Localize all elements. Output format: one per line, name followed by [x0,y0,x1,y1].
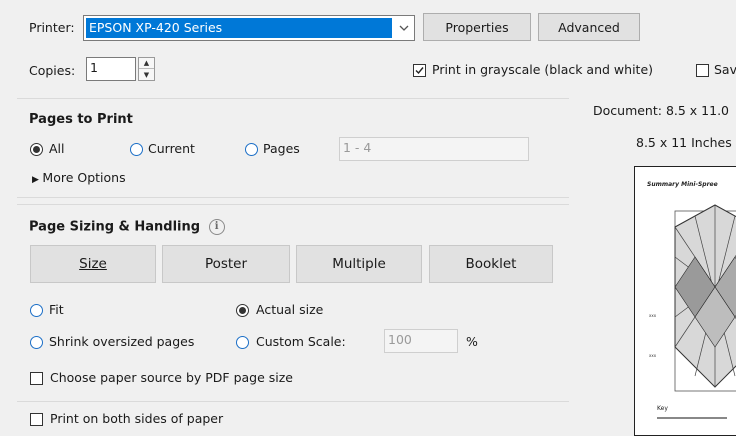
radio-current-label: Current [148,141,195,156]
grayscale-label: Print in grayscale (black and white) [432,62,654,77]
paper-source-label: Choose paper source by PDF page size [50,370,293,385]
save-ink-checkbox[interactable] [696,64,709,77]
pages-range-input[interactable]: 1 - 4 [339,137,529,161]
copies-label: Printer:Copies: [29,63,76,78]
printer-selected-value: EPSON XP-420 Series [86,18,392,38]
radio-custom-scale[interactable] [236,336,249,349]
multiple-button[interactable]: Multiple [296,245,422,283]
radio-all[interactable] [30,143,43,156]
radio-shrink-label: Shrink oversized pages [49,334,195,349]
checkmark-icon [415,67,424,75]
size-button-label: Size [79,256,107,272]
stepper-down-icon[interactable]: ▼ [139,69,154,80]
preview-key-line [657,417,727,419]
more-options-toggle[interactable]: ▶ More Options [32,170,126,185]
radio-actual-size[interactable] [236,304,249,317]
multiple-button-label: Multiple [332,256,386,272]
info-icon[interactable]: i [208,219,225,235]
advanced-button-label: Advanced [558,19,620,35]
both-sides-checkbox[interactable] [30,413,43,426]
triangle-right-icon: ▶ [32,175,39,185]
pages-to-print-title: Pages to Print [29,112,133,127]
preview-key-label: Key [657,405,668,412]
radio-current[interactable] [130,143,143,156]
printer-label: Printer: [29,20,75,35]
radio-fit-label: Fit [49,302,64,317]
stepper-up-icon[interactable]: ▲ [139,58,154,69]
properties-button[interactable]: Properties [423,13,531,41]
poster-button[interactable]: Poster [162,245,290,283]
percent-label: % [466,334,478,349]
chevron-down-icon[interactable] [394,16,414,40]
copies-input[interactable]: 1 [86,57,136,81]
grayscale-checkbox[interactable] [413,64,426,77]
preview-thumbnail-graphic: xxx xxx [645,197,736,397]
copies-stepper[interactable]: ▲ ▼ [138,57,155,81]
printer-select[interactable]: EPSON XP-420 Series [83,15,415,41]
radio-all-label: All [49,141,65,156]
svg-text:xxx: xxx [649,353,657,358]
paper-source-checkbox[interactable] [30,372,43,385]
page-sizing-title: Page Sizing & Handling i [29,219,225,235]
paper-size-label: 8.5 x 11 Inches [636,135,732,150]
document-size-label: Document: 8.5 x 11.0 [593,103,729,118]
radio-pages-label: Pages [263,141,300,156]
svg-text:xxx: xxx [649,313,657,318]
radio-custom-scale-label: Custom Scale: [256,334,346,349]
preview-page-heading: Summary Mini-Spree [647,181,718,188]
save-ink-label: Sav [714,62,736,77]
radio-actual-size-label: Actual size [256,302,324,317]
booklet-button-label: Booklet [465,256,517,272]
page-preview: Summary Mini-Spree xxx xxx Key [634,166,736,436]
poster-button-label: Poster [204,256,248,272]
radio-fit[interactable] [30,304,43,317]
properties-button-label: Properties [445,19,509,35]
size-button[interactable]: Size [30,245,156,283]
custom-scale-input[interactable]: 100 [384,329,458,353]
booklet-button[interactable]: Booklet [429,245,553,283]
radio-shrink[interactable] [30,336,43,349]
advanced-button[interactable]: Advanced [538,13,640,41]
radio-pages[interactable] [245,143,258,156]
